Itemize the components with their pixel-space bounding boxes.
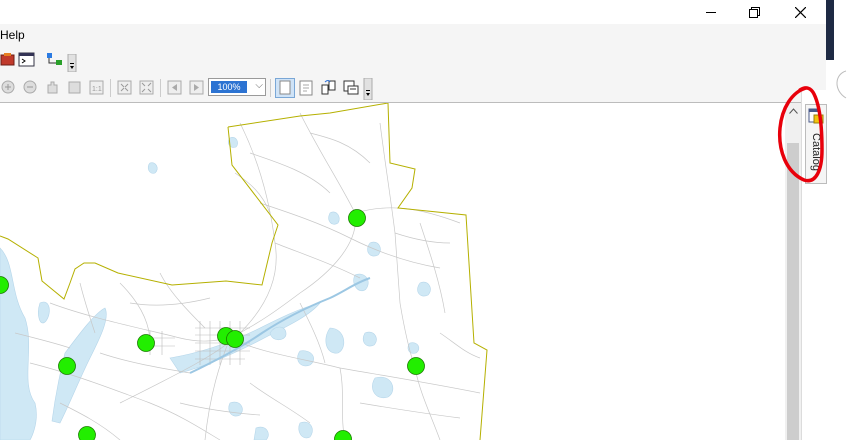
- go-forward-extent-icon[interactable]: [188, 79, 206, 97]
- fixed-zoom-in-icon[interactable]: [116, 79, 134, 97]
- toolbar-separator: [110, 79, 111, 97]
- go-back-extent-icon[interactable]: [166, 79, 184, 97]
- toolbar-top: [0, 46, 826, 74]
- restore-button[interactable]: [731, 0, 777, 24]
- toolbar-overflow-icon[interactable]: [363, 78, 373, 100]
- zoom-100-icon[interactable]: 1:1: [88, 79, 106, 97]
- map-point[interactable]: [226, 330, 244, 348]
- zoom-percent-value: 100%: [211, 81, 247, 93]
- map-point[interactable]: [334, 430, 352, 440]
- change-layout-icon[interactable]: [320, 79, 338, 97]
- toggle-draft-mode-icon[interactable]: [275, 78, 295, 98]
- road-network: [14, 112, 481, 440]
- pan-page-icon[interactable]: [44, 79, 62, 97]
- svg-text:1:1: 1:1: [92, 86, 102, 93]
- minimize-button[interactable]: [688, 0, 734, 24]
- toolbar-separator: [160, 79, 161, 97]
- map-point[interactable]: [348, 209, 366, 227]
- map-point[interactable]: [58, 357, 76, 375]
- map-canvas[interactable]: [0, 103, 785, 440]
- focus-data-frame-icon[interactable]: [298, 79, 316, 97]
- toolbox-icon[interactable]: [0, 51, 18, 69]
- toolbar-separator: [270, 79, 271, 97]
- fixed-zoom-out-icon[interactable]: [138, 79, 156, 97]
- scrollbar-thumb[interactable]: [787, 143, 799, 440]
- dock-edge-arc: [836, 70, 847, 99]
- toolbar-overflow-icon[interactable]: [67, 54, 77, 72]
- close-icon: [794, 6, 806, 18]
- zoom-in-page-icon[interactable]: [0, 79, 18, 97]
- menu-help[interactable]: Help: [0, 28, 25, 42]
- minimize-icon: [706, 11, 716, 13]
- water-bodies: [0, 137, 431, 440]
- chevron-down-icon: ⌵: [255, 80, 263, 91]
- model-builder-icon[interactable]: [46, 51, 64, 69]
- map-point[interactable]: [407, 357, 425, 375]
- background-window-strip: [826, 0, 834, 60]
- menu-bar: Help: [0, 24, 826, 46]
- toolbar-layout: 1:1 100% ⌵: [0, 74, 826, 103]
- python-window-icon[interactable]: [18, 51, 36, 69]
- map-point[interactable]: [78, 426, 96, 440]
- zoom-whole-page-icon[interactable]: [66, 79, 84, 97]
- data-driven-pages-icon[interactable]: [342, 79, 360, 97]
- close-button[interactable]: [777, 0, 823, 24]
- title-bar: [0, 0, 826, 24]
- map-point[interactable]: [137, 334, 155, 352]
- zoom-out-page-icon[interactable]: [22, 79, 40, 97]
- red-annotation-circle: [777, 86, 824, 183]
- restore-icon: [748, 6, 760, 18]
- map-view[interactable]: [0, 103, 785, 440]
- zoom-percent-dropdown[interactable]: 100% ⌵: [208, 78, 266, 96]
